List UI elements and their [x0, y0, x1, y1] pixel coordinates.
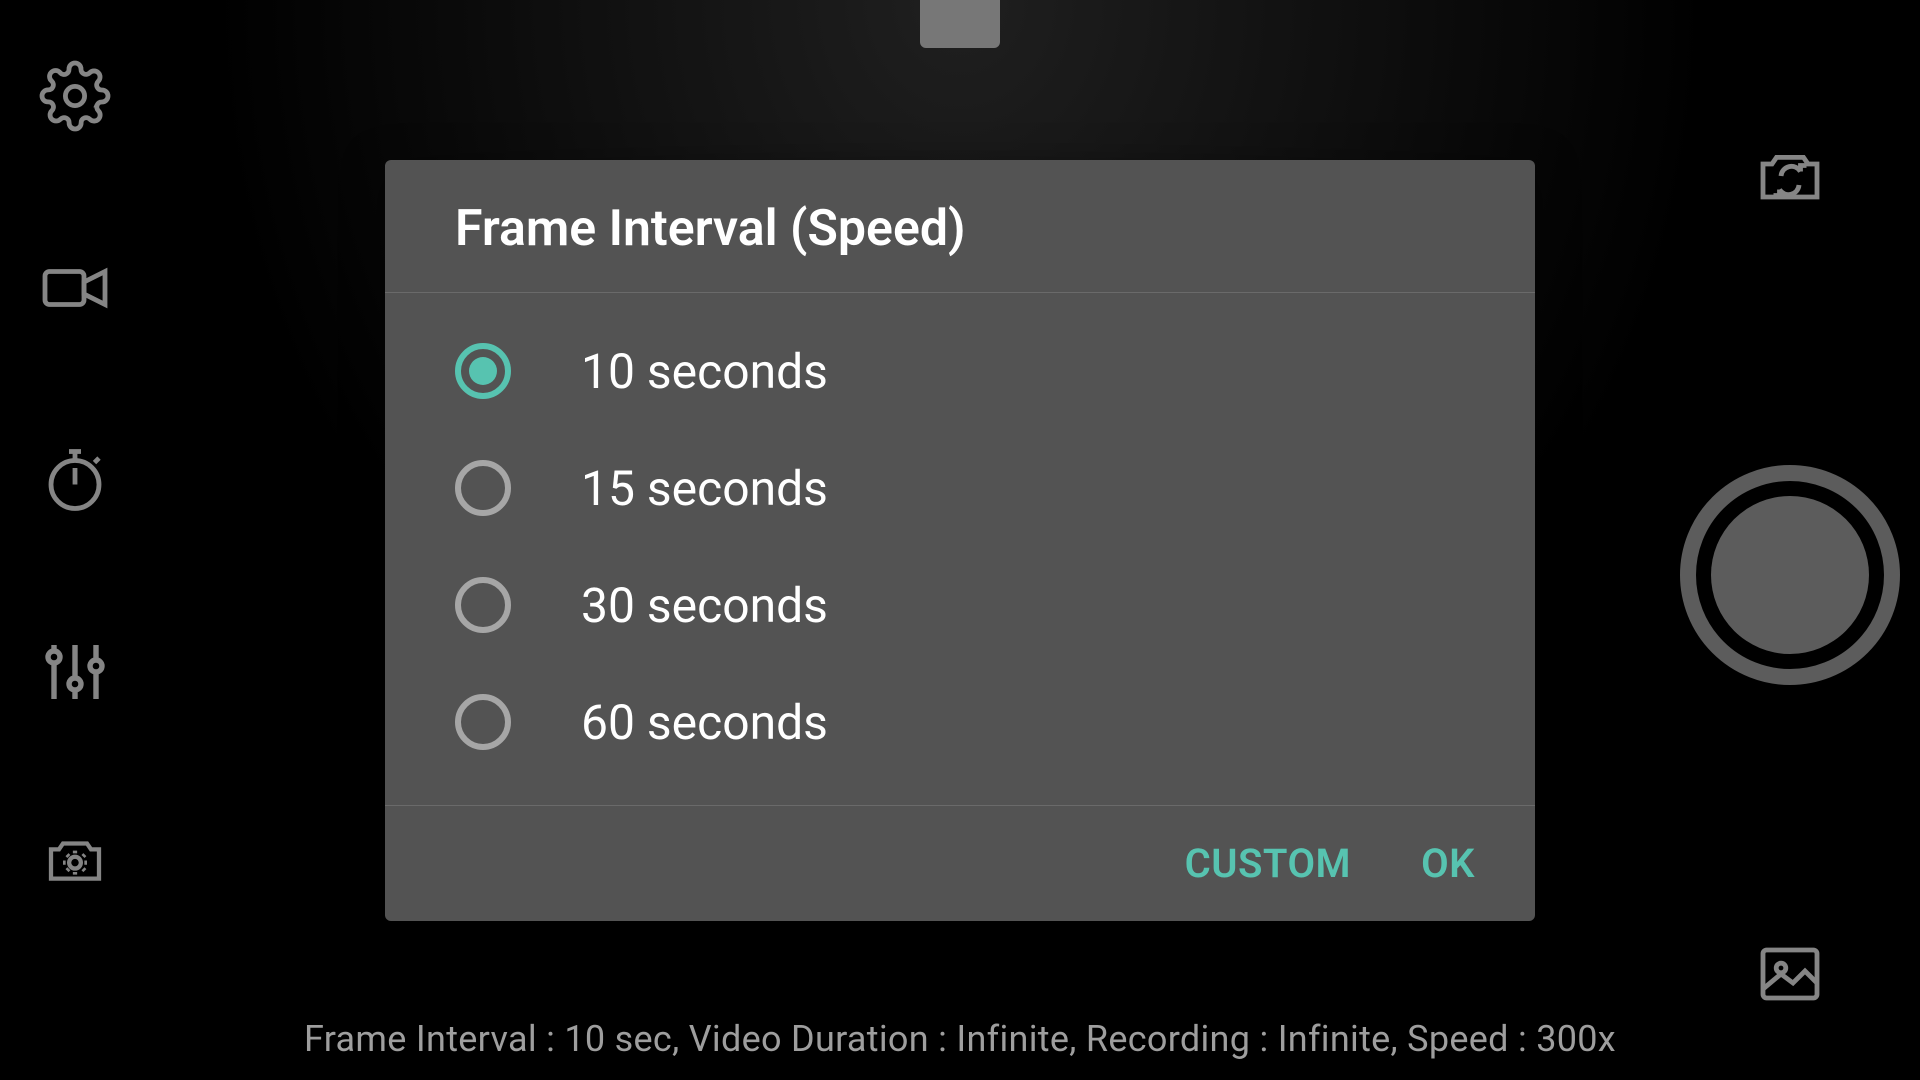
dialog-actions: CUSTOM OK — [385, 805, 1535, 921]
radio-indicator-icon — [455, 577, 511, 633]
frame-interval-dialog: Frame Interval (Speed) 10 seconds 15 sec… — [385, 160, 1535, 921]
radio-label: 15 seconds — [581, 460, 828, 517]
radio-label: 10 seconds — [581, 343, 828, 400]
radio-option-60-seconds[interactable]: 60 seconds — [385, 664, 1535, 781]
dialog-title: Frame Interval (Speed) — [385, 160, 1535, 293]
radio-indicator-icon — [455, 343, 511, 399]
radio-indicator-icon — [455, 460, 511, 516]
ok-button[interactable]: OK — [1421, 840, 1475, 887]
radio-option-10-seconds[interactable]: 10 seconds — [385, 313, 1535, 430]
radio-indicator-icon — [455, 694, 511, 750]
custom-button[interactable]: CUSTOM — [1185, 840, 1351, 887]
radio-option-15-seconds[interactable]: 15 seconds — [385, 430, 1535, 547]
radio-label: 60 seconds — [581, 694, 828, 751]
modal-backdrop: Frame Interval (Speed) 10 seconds 15 sec… — [0, 0, 1920, 1080]
radio-option-30-seconds[interactable]: 30 seconds — [385, 547, 1535, 664]
radio-list: 10 seconds 15 seconds 30 seconds 60 seco… — [385, 293, 1535, 805]
radio-label: 30 seconds — [581, 577, 828, 634]
